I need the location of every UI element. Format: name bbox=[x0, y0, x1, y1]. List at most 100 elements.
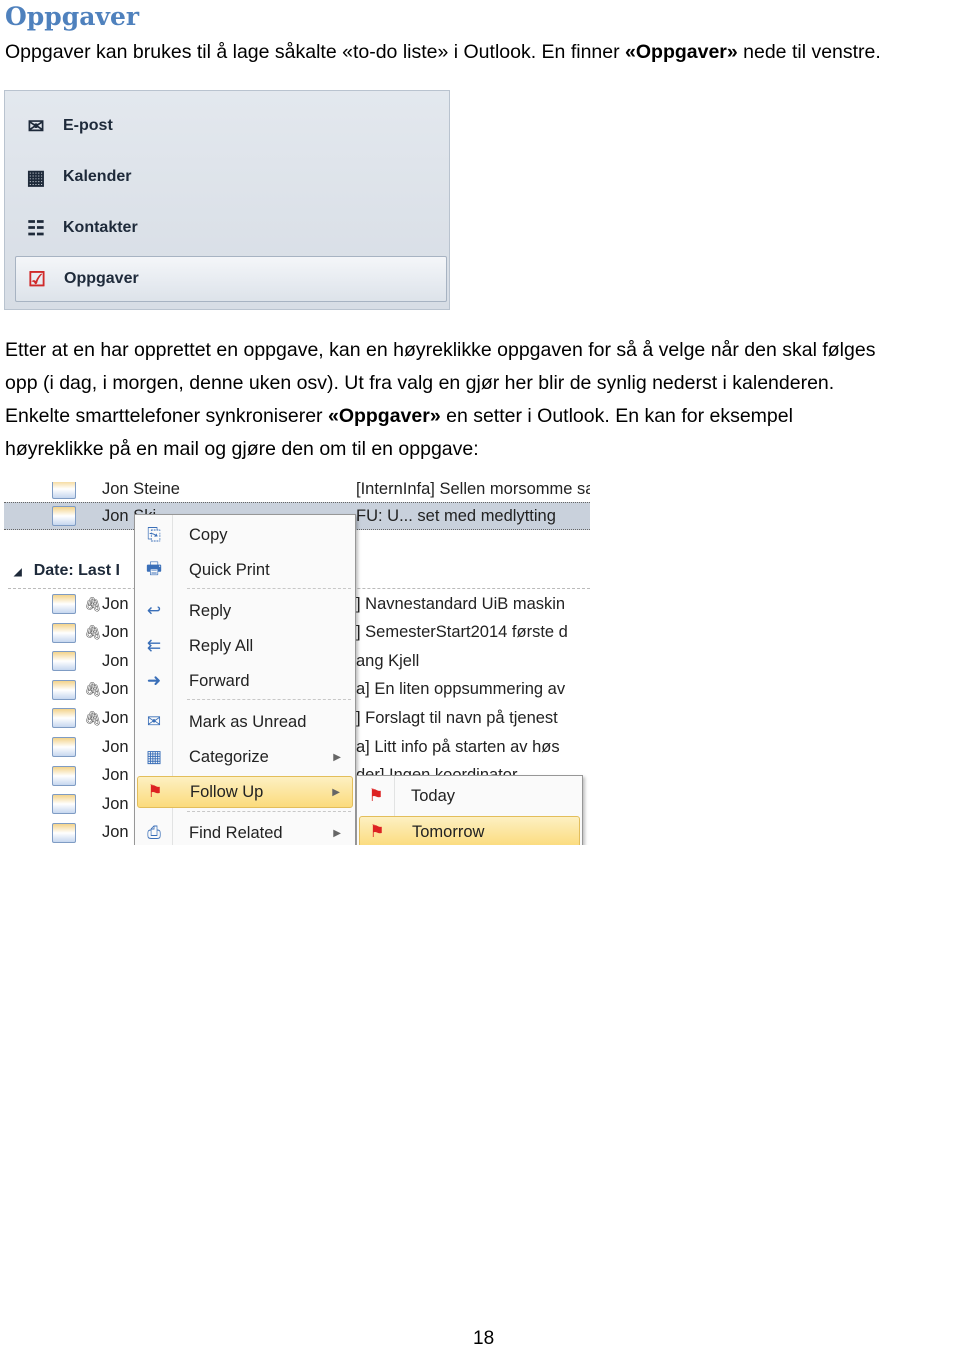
menu-item-reply-all[interactable]: ⇇ Reply All bbox=[137, 630, 353, 662]
submenu-item-label: Tomorrow bbox=[412, 822, 485, 841]
mail-subject: a] Litt info på starten av høs bbox=[356, 737, 560, 756]
mail-subject: a] En liten oppsummering av bbox=[356, 680, 566, 699]
menu-item-label: Quick Print bbox=[189, 560, 270, 579]
envelope-icon bbox=[52, 651, 76, 672]
menu-item-label: Reply bbox=[189, 601, 232, 620]
submenu-item-today[interactable]: ⚑ Today bbox=[359, 780, 580, 812]
text: en setter i Outlook. En kan for eksempel bbox=[440, 405, 793, 427]
menu-item-label: Reply All bbox=[189, 636, 254, 655]
page-number: 18 bbox=[473, 1328, 495, 1349]
intro-text-end: nede til venstre. bbox=[737, 41, 881, 63]
envelope-icon bbox=[52, 794, 76, 815]
menu-item-find-related[interactable]: ⎙ Find Related ▶ bbox=[137, 817, 353, 845]
envelope-icon bbox=[52, 506, 76, 526]
mail-from: Jon bbox=[102, 708, 129, 727]
group-header[interactable]: ◢ Date: Last I bbox=[14, 562, 120, 580]
nav-item-kontakter[interactable]: ☷ Kontakter bbox=[15, 205, 447, 251]
categorize-icon: ▦ bbox=[145, 747, 163, 766]
mail-from: Jon bbox=[102, 623, 129, 642]
follow-up-submenu: ⚑ Today ⚑ Tomorrow bbox=[356, 775, 583, 845]
contacts-icon: ☷ bbox=[27, 217, 45, 240]
intro-bold: «Oppgaver» bbox=[625, 41, 738, 63]
nav-label: Oppgaver bbox=[64, 270, 139, 287]
group-header-label: Date: Last I bbox=[33, 562, 120, 579]
menu-item-forward[interactable]: ➜ Forward bbox=[137, 665, 353, 697]
reply-all-icon: ⇇ bbox=[146, 636, 162, 655]
mark-unread-icon: ✉ bbox=[146, 712, 162, 731]
paragraph-2: Etter at en har opprettet en oppgave, ka… bbox=[5, 334, 875, 466]
mail-subject: [InternInfa] Sellen morsomme saker. s bbox=[356, 482, 590, 498]
copy-icon: ⎘ bbox=[147, 525, 161, 544]
tasks-icon: ☑ bbox=[28, 268, 46, 291]
mail-subject: ] Forslagt til navn på tjenest bbox=[356, 708, 558, 727]
menu-item-label: Find Related bbox=[189, 823, 283, 842]
menu-item-follow-up[interactable]: ⚑ Follow Up ▶ bbox=[137, 776, 353, 808]
mail-from: Jon Steine bbox=[102, 482, 180, 498]
envelope-icon bbox=[52, 622, 76, 643]
submenu-arrow-icon: ▶ bbox=[333, 751, 341, 763]
mail-icon: ✉ bbox=[27, 115, 45, 138]
envelope-icon bbox=[52, 679, 76, 700]
menu-item-categorize[interactable]: ▦ Categorize ▶ bbox=[137, 741, 353, 773]
mail-subject: FU: U... set med medlytting bbox=[356, 506, 556, 525]
outlook-nav-pane-screenshot: ✉ E-post ▦ Kalender ☷ Kontakter ☑ Oppgaver bbox=[4, 90, 450, 310]
intro-text: Oppgaver kan brukes til å lage såkalte «… bbox=[5, 41, 626, 63]
menu-item-reply[interactable]: ↩ Reply bbox=[137, 595, 353, 627]
submenu-item-tomorrow[interactable]: ⚑ Tomorrow bbox=[359, 816, 580, 845]
envelope-icon bbox=[52, 594, 76, 614]
mail-from: Jon bbox=[102, 594, 129, 613]
attachment-icon: 🖇 bbox=[84, 624, 102, 641]
context-menu: ⎘ Copy 🖶 Quick Print ↩ Reply ⇇ Reply All ➜ Forwar… bbox=[134, 514, 356, 845]
mail-row[interactable]: Jon Steine [InternInfa] Sellen morsomme s… bbox=[4, 482, 590, 503]
mail-subject: ang Kjell bbox=[356, 651, 420, 670]
menu-item-label: Mark as Unread bbox=[189, 712, 307, 731]
collapse-icon: ◢ bbox=[14, 567, 22, 578]
outlook-mail-list-screenshot: Jon Steine [InternInfa] Sellen morsomme s… bbox=[4, 482, 590, 845]
printer-icon: 🖶 bbox=[145, 558, 163, 578]
mail-from: Jon bbox=[102, 766, 129, 785]
flag-icon: ⚑ bbox=[368, 786, 384, 805]
menu-item-label: Follow Up bbox=[190, 782, 264, 801]
mail-from: Jon bbox=[102, 737, 129, 756]
menu-item-quick-print[interactable]: 🖶 Quick Print bbox=[137, 554, 353, 586]
intro-paragraph: Oppgaver kan brukes til å lage såkalte «… bbox=[5, 36, 881, 69]
envelope-icon bbox=[52, 822, 76, 843]
mail-from: Jon bbox=[102, 680, 129, 699]
menu-separator bbox=[187, 699, 351, 700]
text-line: Enkelte smarttelefoner synkroniserer «Op… bbox=[5, 400, 875, 433]
attachment-icon: 🖇 bbox=[84, 595, 102, 612]
find-related-icon: ⎙ bbox=[147, 823, 161, 842]
submenu-arrow-icon: ▶ bbox=[333, 827, 341, 839]
calendar-icon: ▦ bbox=[26, 166, 46, 189]
menu-item-label: Copy bbox=[189, 525, 228, 544]
menu-item-label: Forward bbox=[189, 671, 250, 690]
flag-icon: ⚑ bbox=[369, 822, 385, 841]
nav-item-oppgaver[interactable]: ☑ Oppgaver bbox=[15, 256, 447, 302]
text-line: Etter at en har opprettet en oppgave, ka… bbox=[5, 339, 876, 361]
bold-text: «Oppgaver» bbox=[327, 405, 441, 427]
text: Enkelte smarttelefoner synkroniserer bbox=[5, 405, 328, 427]
submenu-arrow-icon: ▶ bbox=[332, 786, 340, 798]
attachment-icon: 🖇 bbox=[84, 709, 102, 726]
menu-item-mark-as-unread[interactable]: ✉ Mark as Unread bbox=[137, 706, 353, 738]
mail-from: Jon bbox=[102, 823, 129, 842]
menu-item-label: Categorize bbox=[189, 747, 269, 766]
nav-item-e-post[interactable]: ✉ E-post bbox=[15, 103, 447, 149]
mail-subject: ] SemesterStart2014 første d bbox=[356, 623, 568, 642]
nav-label: E-post bbox=[63, 117, 113, 134]
text-line: opp (i dag, i morgen, denne uken osv). U… bbox=[5, 372, 835, 394]
menu-separator bbox=[187, 811, 351, 812]
flag-icon: ⚑ bbox=[147, 782, 163, 801]
mail-from: Jon bbox=[102, 794, 129, 813]
submenu-item-label: Today bbox=[411, 786, 456, 805]
envelope-icon bbox=[52, 765, 76, 786]
menu-item-copy[interactable]: ⎘ Copy bbox=[137, 519, 353, 551]
reply-icon: ↩ bbox=[146, 601, 162, 620]
envelope-icon bbox=[52, 737, 76, 757]
nav-label: Kalender bbox=[63, 168, 132, 185]
mail-subject: ] Navnestandard UiB maskin bbox=[356, 594, 566, 613]
envelope-icon bbox=[52, 708, 76, 729]
page-heading: Oppgaver bbox=[5, 2, 140, 31]
mail-from: Jon bbox=[102, 651, 129, 670]
nav-item-kalender[interactable]: ▦ Kalender bbox=[15, 154, 447, 200]
